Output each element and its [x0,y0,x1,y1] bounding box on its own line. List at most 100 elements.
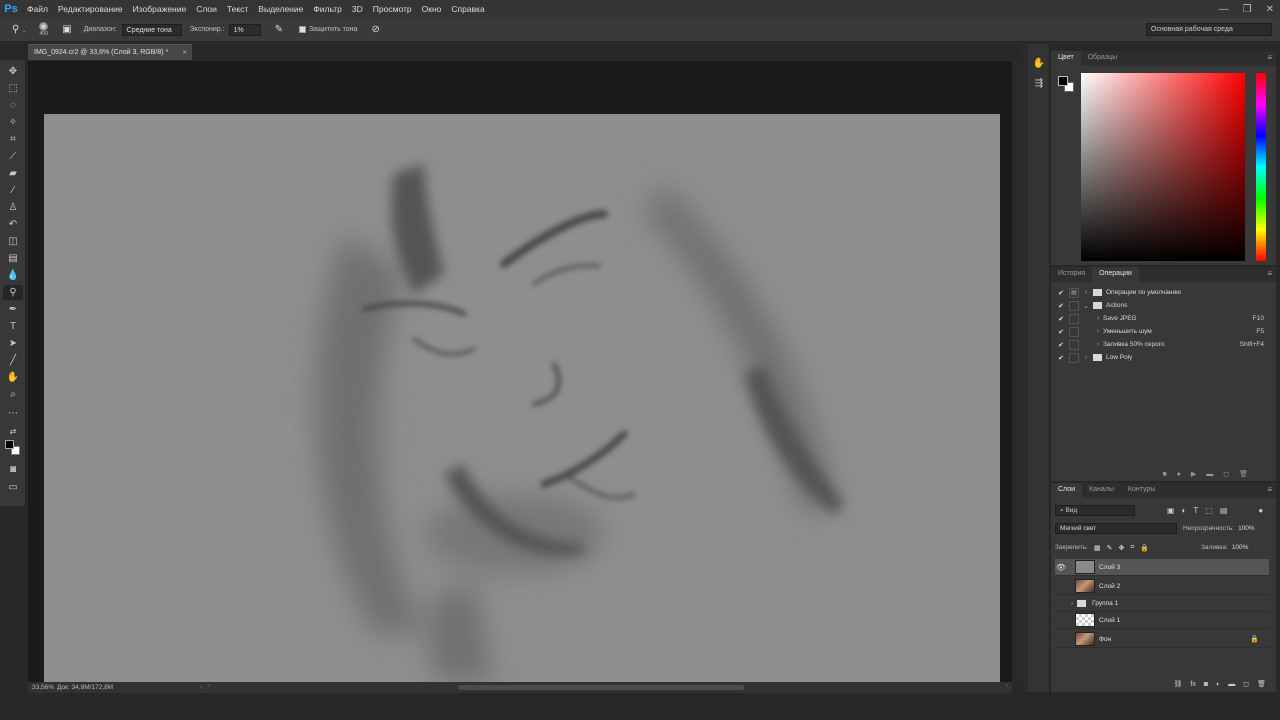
dodge-tool-active-icon[interactable]: ⚲ [3,285,23,300]
document-tab[interactable]: IMG_0924.cr2 @ 33,6% (Слой 3, RGB/8) * × [28,44,192,60]
history-brush-tool-icon[interactable]: ↶ [3,217,23,232]
hue-slider[interactable] [1256,73,1266,261]
lock-all-icon[interactable]: 🔒 [1140,544,1149,552]
menu-3d[interactable]: 3D [347,0,368,18]
brush-tool-icon[interactable]: ∕ [3,183,23,198]
close-document-icon[interactable]: × [182,48,187,57]
adjustment-layer-icon[interactable]: ◐ [1216,681,1220,688]
add-mask-icon[interactable]: ◙ [1204,681,1208,688]
healing-brush-tool-icon[interactable]: ▰ [3,166,23,181]
dialog-toggle-icon[interactable] [1069,326,1079,337]
trash-icon[interactable]: 🗑 [1257,680,1266,688]
blend-mode-select[interactable]: Мягкий свет [1055,523,1177,534]
quick-mask-icon[interactable]: ◙ [3,462,23,477]
opacity-value[interactable]: 100% [1238,525,1255,532]
swap-colors-icon[interactable]: ⇄ [3,424,23,439]
chevron-right-icon[interactable]: › [1071,600,1073,607]
trash-icon[interactable]: 🗑 [1239,470,1248,478]
line-tool-icon[interactable]: ╱ [3,353,23,368]
new-layer-icon[interactable]: ◻ [1243,680,1249,688]
gradient-tool-icon[interactable]: ▤ [3,251,23,266]
tab-swatches[interactable]: Образцы [1081,51,1124,66]
zoom-level[interactable]: 33,56% [28,684,54,691]
action-row[interactable]: ✔ › Заливка 50% серого Shift+F4 [1051,338,1276,351]
menu-window[interactable]: Окно [417,0,447,18]
action-enabled-check-icon[interactable]: ✔ [1055,328,1067,336]
dodge-tool-icon[interactable]: ⚲ [12,24,19,35]
action-enabled-check-icon[interactable]: ✔ [1055,302,1067,310]
path-select-tool-icon[interactable]: ➤ [3,336,23,351]
status-menu-arrow-icon[interactable]: › [200,684,202,691]
clone-stamp-tool-icon[interactable]: ♙ [3,200,23,215]
history-brush-panel-icon[interactable]: ✋ [1032,56,1046,70]
dialog-toggle-icon[interactable] [1069,339,1079,350]
color-picker-field[interactable] [1081,73,1245,261]
chevron-right-icon[interactable]: › [1093,341,1103,348]
action-row[interactable]: ✔ › Save JPEG F10 [1051,312,1276,325]
eye-icon[interactable]: 👁 [1055,563,1067,572]
lock-artboard-icon[interactable]: ⌗ [1130,544,1134,552]
brush-preset-picker[interactable]: 400 [39,22,49,37]
fill-value[interactable]: 100% [1232,544,1249,551]
scroll-right-arrow-icon[interactable]: › [1006,682,1008,689]
scroll-left-arrow-icon[interactable]: ‹ [208,682,210,689]
action-set-row[interactable]: ✔ ⌄ Actions [1051,299,1276,312]
document-canvas[interactable] [44,114,1000,682]
menu-filter[interactable]: Фильтр [308,0,347,18]
new-group-icon[interactable]: ▬ [1228,681,1235,688]
filter-adjustment-icon[interactable]: ◐ [1182,506,1187,515]
layer-style-icon[interactable]: fx [1190,681,1195,688]
tab-layers[interactable]: Слои [1051,483,1083,498]
tab-history[interactable]: История [1051,267,1092,282]
menu-view[interactable]: Просмотр [368,0,417,18]
airbrush-icon[interactable]: ✎ [275,24,283,35]
menu-help[interactable]: Справка [446,0,489,18]
tab-paths[interactable]: Контуры [1121,483,1162,498]
action-enabled-check-icon[interactable]: ✔ [1055,341,1067,349]
screen-mode-icon[interactable]: ▭ [3,480,23,495]
layer-row[interactable]: 👁 Слой 3 [1055,559,1269,576]
maximize-icon[interactable]: ❐ [1243,4,1252,15]
dialog-toggle-icon[interactable] [1069,313,1079,324]
brush-panel-icon[interactable]: ▣ [62,24,71,35]
zoom-tool-icon[interactable]: ⌕ [3,387,23,402]
dialog-toggle-icon[interactable]: ▤ [1069,287,1079,298]
workspace-select[interactable]: Основная рабочая среда [1146,23,1272,36]
action-enabled-check-icon[interactable]: ✔ [1055,354,1067,362]
marquee-tool-icon[interactable]: ⬚ [3,81,23,96]
panel-menu-icon[interactable]: ≡ [1267,485,1272,494]
chevron-right-icon[interactable]: › [1081,289,1091,296]
filter-type-icon[interactable]: T [1193,506,1198,515]
filter-shape-icon[interactable]: ⬚ [1205,506,1213,515]
filter-pixel-icon[interactable]: ▣ [1167,506,1175,515]
stop-icon[interactable]: ■ [1162,471,1166,478]
layer-filter-select[interactable]: ⌕ Вид [1055,504,1135,516]
layer-group-row[interactable]: › Группа 1 [1055,595,1269,612]
dialog-toggle-icon[interactable] [1069,352,1079,363]
action-enabled-check-icon[interactable]: ✔ [1055,289,1067,297]
chevron-right-icon[interactable]: › [1093,328,1103,335]
menu-edit[interactable]: Редактирование [53,0,128,18]
vertical-scrollbar[interactable] [1012,61,1028,682]
play-icon[interactable]: ▶ [1191,470,1196,478]
crop-tool-icon[interactable]: ⌗ [3,132,23,147]
menu-type[interactable]: Текст [222,0,253,18]
adjustments-panel-icon[interactable]: ⇶ [1032,76,1046,90]
quick-select-tool-icon[interactable]: ✧ [3,115,23,130]
blur-tool-icon[interactable]: 💧 [3,268,23,283]
move-tool-icon[interactable]: ✥ [3,64,23,79]
action-row[interactable]: ✔ › Уменьшить шум F5 [1051,325,1276,338]
chevron-down-icon[interactable]: ⌄ [1081,302,1091,310]
type-tool-icon[interactable]: T [3,319,23,334]
dialog-toggle-icon[interactable] [1069,300,1079,311]
pressure-size-icon[interactable]: ⊘ [371,24,379,35]
layer-row[interactable]: Слой 1 [1055,612,1269,629]
range-select[interactable]: Средние тона [121,23,182,36]
chevron-right-icon[interactable]: › [1081,354,1091,361]
layer-row[interactable]: Слой 2 [1055,578,1269,595]
record-icon[interactable]: ● [1177,471,1181,478]
tool-preset-chevron-icon[interactable]: ⌄ [21,26,27,34]
filter-toggle-icon[interactable]: ● [1258,506,1263,515]
tab-actions[interactable]: Операции [1092,267,1139,282]
menu-image[interactable]: Изображение [128,0,192,18]
